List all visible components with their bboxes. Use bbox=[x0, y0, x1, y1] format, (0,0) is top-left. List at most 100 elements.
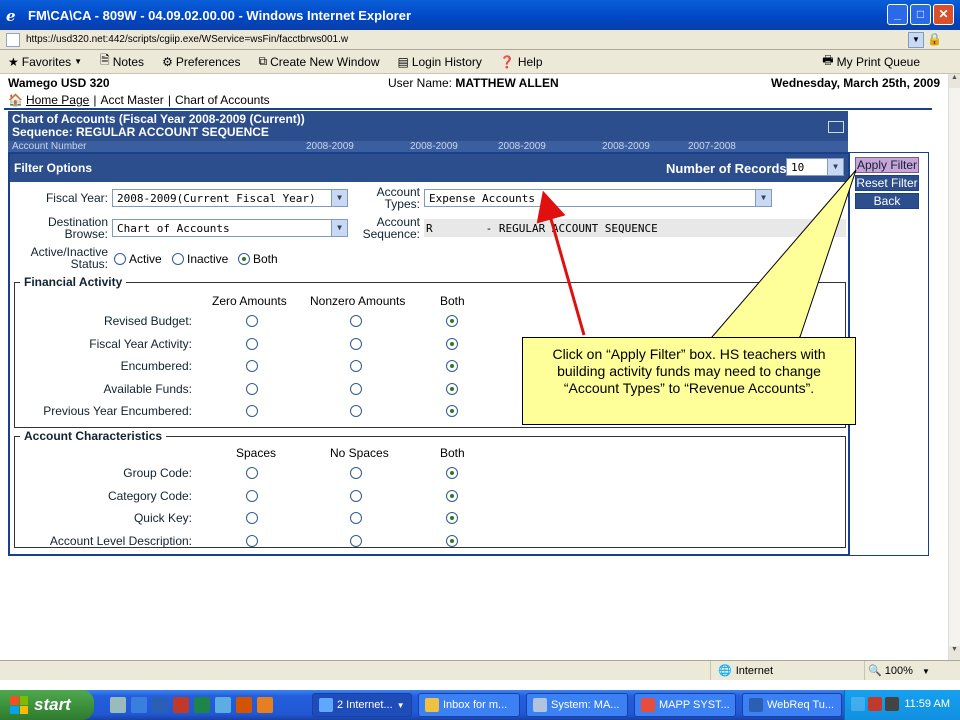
financial-activity-radio[interactable] bbox=[246, 315, 258, 327]
start-button[interactable]: start bbox=[0, 690, 94, 720]
minimize-button[interactable]: _ bbox=[887, 4, 908, 25]
star-icon: ★ bbox=[8, 54, 19, 69]
chart-of-accounts-header: Chart of Accounts (Fiscal Year 2008-2009… bbox=[8, 111, 848, 141]
ql-app-icon[interactable] bbox=[110, 697, 126, 713]
home-icon[interactable]: 🏠 bbox=[8, 93, 23, 107]
help-icon: ❓ bbox=[499, 54, 515, 69]
lock-icon[interactable]: 🔒 bbox=[927, 32, 942, 46]
account-characteristics-radio[interactable] bbox=[246, 489, 258, 502]
address-bar[interactable]: https://usd320.net:442/scripts/cgiip.exe… bbox=[0, 30, 960, 50]
back-button[interactable]: Back bbox=[855, 193, 919, 209]
breadcrumb-acct-master[interactable]: Acct Master bbox=[100, 93, 163, 107]
side-panel bbox=[849, 152, 929, 556]
ql-search-icon[interactable] bbox=[215, 697, 231, 713]
account-characteristics-radio[interactable] bbox=[350, 467, 362, 479]
grid-icon[interactable] bbox=[828, 121, 844, 133]
address-dropdown-icon[interactable]: ▼ bbox=[908, 32, 924, 48]
ql-outlook-icon[interactable] bbox=[257, 697, 273, 713]
financial-activity-row-label: Encumbered: bbox=[120, 359, 192, 373]
financial-activity-radio[interactable] bbox=[350, 382, 362, 395]
financial-activity-radio[interactable] bbox=[246, 360, 258, 372]
new-window-button[interactable]: ⧉ Create New Window bbox=[259, 54, 380, 69]
task-mapp[interactable]: MAPP SYST... bbox=[634, 693, 736, 717]
tray-network-icon[interactable] bbox=[885, 697, 899, 711]
fiscal-year-select[interactable]: 2008-2009(Current Fiscal Year) ▼ bbox=[112, 189, 348, 207]
ql-ie-icon[interactable] bbox=[131, 697, 147, 713]
financial-activity-radio[interactable] bbox=[350, 405, 362, 417]
account-characteristics-radio[interactable] bbox=[350, 534, 362, 547]
security-zone: 🌐 Internet bbox=[718, 664, 773, 678]
favorites-menu[interactable]: ★ Favorites ▼ bbox=[8, 55, 82, 69]
url-field[interactable]: https://usd320.net:442/scripts/cgiip.exe… bbox=[26, 34, 348, 45]
close-button[interactable]: ✕ bbox=[933, 4, 954, 25]
window-title: FM\CA\CA - 809W - 04.09.02.00.00 - Windo… bbox=[28, 7, 411, 23]
col-py-encumbered: 2007-2008 bbox=[688, 141, 736, 152]
col-revised-budget: 2008-2009 bbox=[306, 141, 354, 152]
mail-icon bbox=[425, 698, 439, 712]
financial-activity-radio[interactable] bbox=[446, 360, 458, 372]
account-characteristics-radio[interactable] bbox=[246, 467, 258, 479]
account-characteristics-radio[interactable] bbox=[246, 534, 258, 547]
account-characteristics-radio[interactable] bbox=[350, 512, 362, 524]
financial-activity-radio[interactable] bbox=[350, 315, 362, 327]
tray-app-icon[interactable] bbox=[868, 697, 882, 711]
financial-activity-radio[interactable] bbox=[350, 360, 362, 372]
financial-activity-radio[interactable] bbox=[446, 405, 458, 417]
maximize-button[interactable]: □ bbox=[910, 4, 931, 25]
notes-button[interactable]: 🗎 Notes bbox=[100, 51, 144, 72]
task-internet[interactable]: 2 Internet... ▼ bbox=[312, 693, 412, 717]
user-name-value: MATTHEW ALLEN bbox=[455, 76, 559, 90]
print-queue-button[interactable]: 🖶 My Print Queue bbox=[822, 51, 920, 72]
ql-word-icon[interactable] bbox=[152, 697, 168, 713]
financial-activity-radio[interactable] bbox=[446, 337, 458, 350]
financial-activity-radio[interactable] bbox=[246, 382, 258, 395]
ac-col-spaces: Spaces bbox=[236, 446, 277, 460]
breadcrumb-home[interactable]: Home Page bbox=[26, 93, 89, 107]
account-characteristics-radio[interactable] bbox=[446, 512, 458, 524]
financial-activity-radio[interactable] bbox=[246, 337, 258, 350]
preferences-button[interactable]: ⚙ Preferences bbox=[162, 55, 240, 69]
vertical-scrollbar[interactable]: ▲ ▼ bbox=[948, 74, 960, 660]
ql-excel-icon[interactable] bbox=[194, 697, 210, 713]
ql-media-icon[interactable] bbox=[236, 697, 252, 713]
gear-icon: ⚙ bbox=[162, 54, 173, 69]
task-inbox[interactable]: Inbox for m... bbox=[418, 693, 520, 717]
task-system[interactable]: System: MA... bbox=[526, 693, 628, 717]
financial-activity-row-label: Fiscal Year Activity: bbox=[89, 336, 192, 351]
scroll-down-icon[interactable]: ▼ bbox=[949, 646, 960, 660]
account-characteristics-radio[interactable] bbox=[446, 534, 458, 547]
status-both-option[interactable]: Both bbox=[238, 252, 278, 266]
financial-activity-radio[interactable] bbox=[446, 315, 458, 327]
task-webreq[interactable]: WebReq Tu... bbox=[742, 693, 842, 717]
financial-activity-radio[interactable] bbox=[246, 405, 258, 417]
account-characteristics-radio[interactable] bbox=[446, 489, 458, 502]
scroll-up-icon[interactable]: ▲ bbox=[949, 74, 960, 88]
financial-activity-radio[interactable] bbox=[446, 382, 458, 395]
task-system-label: System: MA... bbox=[551, 699, 620, 711]
radio-inactive[interactable] bbox=[172, 253, 184, 265]
account-characteristics-radio[interactable] bbox=[350, 489, 362, 502]
financial-activity-radio[interactable] bbox=[350, 337, 362, 350]
account-types-select[interactable]: Expense Accounts ▼ bbox=[424, 189, 772, 207]
action-buttons: Apply Filter Reset Filter Back bbox=[855, 157, 919, 211]
notes-label: Notes bbox=[112, 54, 145, 69]
status-inactive-option[interactable]: Inactive bbox=[172, 252, 228, 266]
radio-active[interactable] bbox=[114, 253, 126, 265]
zoom-icon: 🔍 bbox=[868, 665, 882, 677]
account-characteristics-radio[interactable] bbox=[246, 512, 258, 524]
radio-both[interactable] bbox=[238, 253, 250, 265]
destination-value: Chart of Accounts bbox=[117, 222, 230, 235]
window-title-bar[interactable]: e FM\CA\CA - 809W - 04.09.02.00.00 - Win… bbox=[0, 0, 960, 30]
help-button[interactable]: ❓ Help bbox=[500, 55, 543, 69]
tray-arrow-icon[interactable] bbox=[851, 697, 865, 711]
col-available: 2008-2009 bbox=[602, 141, 650, 152]
login-history-button[interactable]: ▤ Login History bbox=[397, 55, 481, 69]
destination-select[interactable]: Chart of Accounts ▼ bbox=[112, 219, 348, 237]
reset-filter-button[interactable]: Reset Filter bbox=[855, 175, 919, 191]
apply-filter-button[interactable]: Apply Filter bbox=[855, 157, 919, 173]
records-select[interactable]: 10 ▼ bbox=[786, 158, 844, 176]
account-characteristics-radio[interactable] bbox=[446, 467, 458, 479]
ql-access-icon[interactable] bbox=[173, 697, 189, 713]
status-active-option[interactable]: Active bbox=[114, 252, 162, 266]
zoom-control[interactable]: 🔍 100% ▼ bbox=[868, 664, 930, 677]
